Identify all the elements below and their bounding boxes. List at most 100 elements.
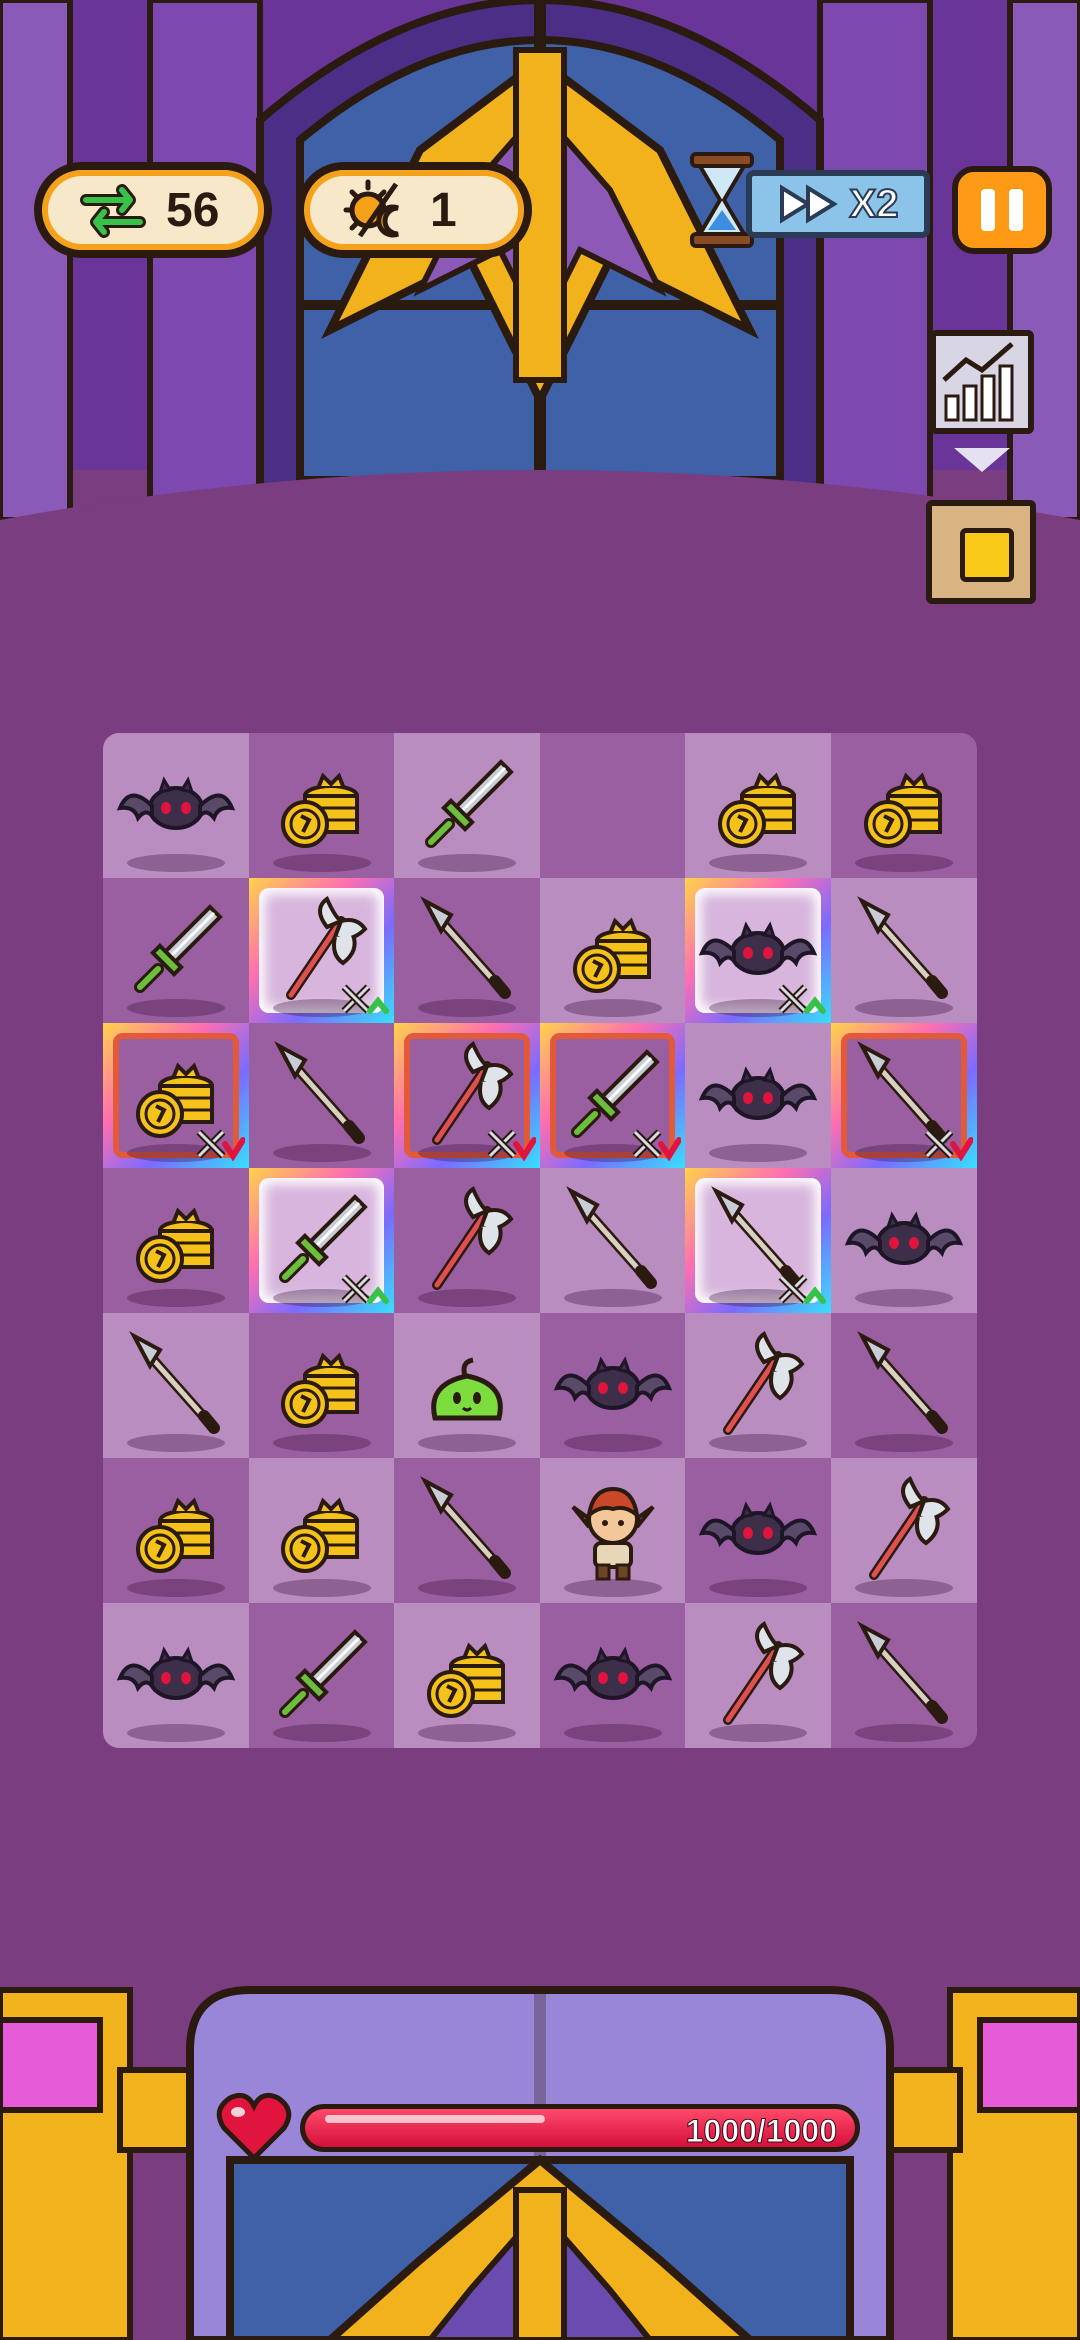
board-cell[interactable] bbox=[103, 1168, 249, 1313]
spear-icon bbox=[565, 1185, 657, 1289]
board-cell[interactable] bbox=[248, 1168, 395, 1313]
health-text: 1000/1000 bbox=[685, 2113, 837, 2149]
board-cell[interactable] bbox=[103, 1603, 249, 1748]
sword-icon bbox=[279, 1628, 369, 1718]
coins-icon bbox=[135, 1496, 214, 1573]
board-cell[interactable] bbox=[685, 1023, 831, 1168]
coins-icon bbox=[718, 771, 797, 848]
attack-down-icon bbox=[632, 1129, 682, 1162]
hourglass-icon bbox=[690, 152, 754, 248]
board-cell[interactable] bbox=[685, 1313, 831, 1458]
board-cell[interactable] bbox=[539, 733, 686, 878]
board-cell[interactable] bbox=[103, 1458, 249, 1603]
cathedral-window-background bbox=[0, 0, 1080, 560]
board-cell[interactable] bbox=[830, 1458, 977, 1603]
board-cell[interactable] bbox=[103, 1023, 249, 1168]
board-cell[interactable] bbox=[685, 733, 831, 878]
attack-up-icon bbox=[341, 1274, 390, 1304]
coins-icon bbox=[281, 1351, 360, 1428]
axe-icon bbox=[723, 1620, 805, 1725]
spear-icon bbox=[420, 1475, 511, 1579]
sun-moon-icon bbox=[343, 179, 399, 238]
moves-value: 56 bbox=[166, 183, 220, 237]
board-cell[interactable] bbox=[539, 1313, 686, 1458]
spear-icon bbox=[856, 1330, 948, 1434]
board-row bbox=[103, 1168, 977, 1313]
board-cell[interactable] bbox=[830, 733, 977, 878]
board-cell[interactable] bbox=[248, 1313, 395, 1458]
board-cell[interactable] bbox=[248, 733, 395, 878]
bat-icon bbox=[698, 1500, 818, 1555]
board-cell[interactable] bbox=[394, 1313, 540, 1458]
swap-arrows-icon bbox=[80, 184, 146, 238]
board-cell[interactable] bbox=[539, 1023, 686, 1168]
board-row bbox=[103, 1023, 977, 1168]
board-cell[interactable] bbox=[830, 1023, 977, 1168]
board-cell[interactable] bbox=[394, 1458, 540, 1603]
board-cell[interactable] bbox=[394, 733, 540, 878]
board-cell[interactable] bbox=[248, 1458, 395, 1603]
board-cell[interactable] bbox=[103, 1313, 249, 1458]
board-cell[interactable] bbox=[539, 878, 686, 1023]
board-row bbox=[103, 1458, 977, 1603]
fast-forward-icon bbox=[779, 184, 838, 224]
axe-icon bbox=[723, 1330, 805, 1435]
board-cell[interactable] bbox=[394, 1168, 540, 1313]
spear-icon bbox=[856, 895, 948, 999]
spear-icon bbox=[420, 895, 511, 999]
bat-icon bbox=[698, 1065, 818, 1120]
day-counter: 1 bbox=[296, 162, 532, 258]
bat-icon bbox=[553, 1645, 672, 1700]
sword-icon bbox=[133, 903, 223, 993]
health-bar: 1000/1000 bbox=[300, 2104, 860, 2152]
chart-icon bbox=[942, 342, 1014, 422]
inventory-button[interactable] bbox=[926, 500, 1036, 604]
board-cell[interactable] bbox=[394, 1603, 540, 1748]
board-cell[interactable] bbox=[539, 1458, 686, 1603]
bat-icon bbox=[553, 1355, 672, 1410]
board-cell[interactable] bbox=[103, 878, 249, 1023]
board-cell[interactable] bbox=[830, 1168, 977, 1313]
board-cell[interactable] bbox=[394, 1023, 540, 1168]
pause-bar-left bbox=[981, 189, 995, 231]
board-cell[interactable] bbox=[103, 733, 249, 878]
board-cell[interactable] bbox=[539, 1603, 686, 1748]
player-health: 1000/1000 bbox=[216, 2090, 866, 2170]
coins-icon bbox=[572, 916, 651, 993]
bat-icon bbox=[844, 1210, 963, 1265]
board-cell[interactable] bbox=[248, 1023, 395, 1168]
board-cell[interactable] bbox=[685, 1603, 831, 1748]
slime-icon bbox=[431, 1357, 503, 1420]
board-cell[interactable] bbox=[539, 1168, 686, 1313]
board-row bbox=[103, 878, 977, 1023]
speed-label: X2 bbox=[849, 181, 900, 227]
coins-icon bbox=[135, 1206, 214, 1283]
attack-down-icon bbox=[924, 1129, 973, 1162]
board-row bbox=[103, 1603, 977, 1748]
axe-icon bbox=[868, 1475, 951, 1580]
spear-icon bbox=[856, 1620, 948, 1724]
spear-icon bbox=[274, 1040, 366, 1144]
board-cell[interactable] bbox=[685, 1168, 831, 1313]
board-cell[interactable] bbox=[248, 1603, 395, 1748]
board-cell[interactable] bbox=[248, 878, 395, 1023]
collapse-chevron-icon[interactable] bbox=[950, 444, 1014, 476]
board-cell[interactable] bbox=[394, 878, 540, 1023]
pause-button[interactable] bbox=[952, 166, 1052, 254]
board-cell[interactable] bbox=[830, 1313, 977, 1458]
board-cell[interactable] bbox=[830, 1603, 977, 1748]
board-cell[interactable] bbox=[685, 878, 831, 1023]
board-cell[interactable] bbox=[685, 1458, 831, 1603]
attack-down-icon bbox=[487, 1129, 536, 1162]
board-cell[interactable] bbox=[830, 878, 977, 1023]
attack-up-icon bbox=[778, 1274, 826, 1304]
stats-button[interactable] bbox=[930, 330, 1034, 434]
attack-down-icon bbox=[196, 1129, 245, 1162]
coins-icon bbox=[426, 1641, 505, 1718]
attack-up-icon bbox=[778, 984, 826, 1014]
bat-icon bbox=[116, 775, 235, 830]
bat-icon bbox=[116, 1645, 235, 1700]
speed-toggle-button[interactable]: X2 bbox=[746, 170, 930, 238]
board-row bbox=[103, 733, 977, 878]
coins-icon bbox=[281, 1496, 360, 1573]
